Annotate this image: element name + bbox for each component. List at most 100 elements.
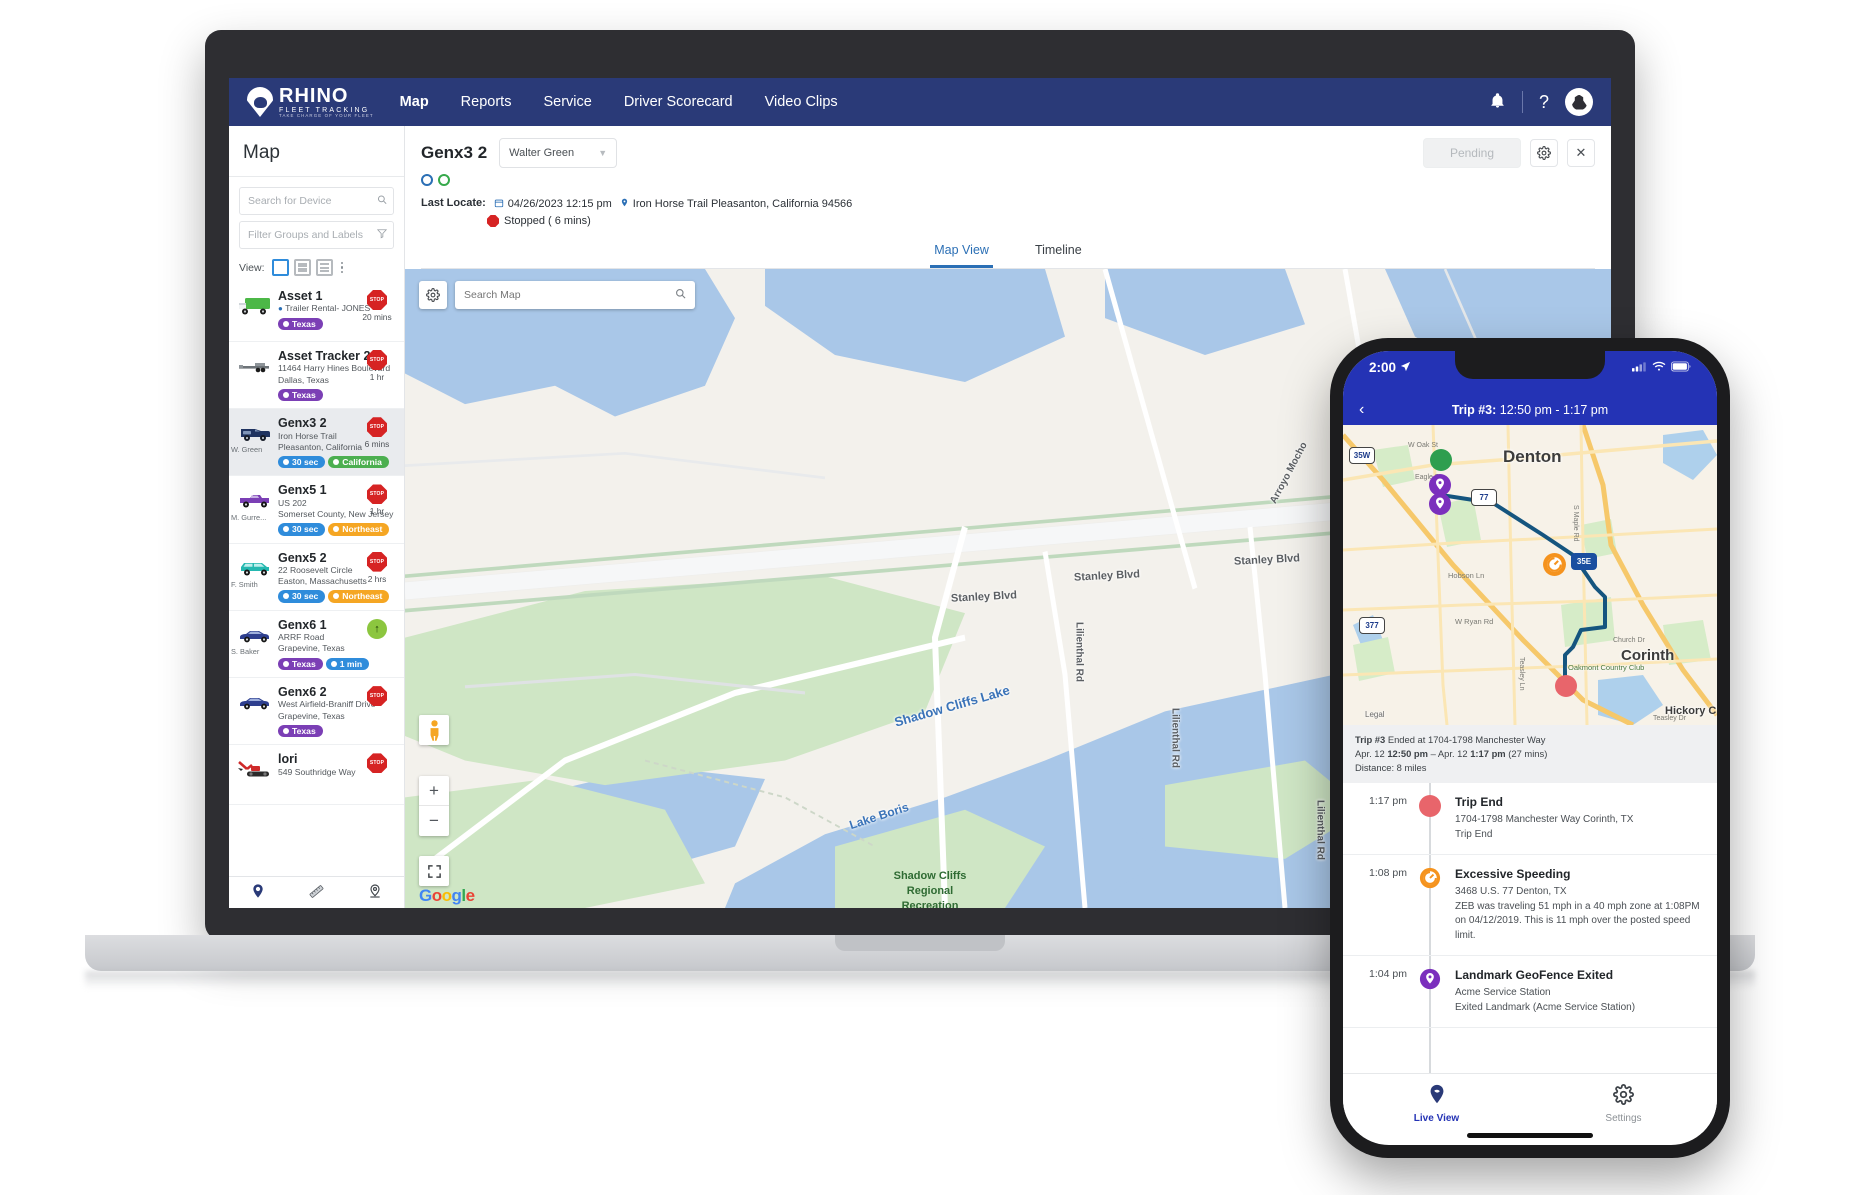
nav-item-service[interactable]: Service	[543, 94, 591, 110]
device-tag[interactable]: Northeast	[328, 523, 389, 536]
last-locate-label: Last Locate:	[421, 197, 486, 211]
tab-settings[interactable]: Settings	[1530, 1074, 1717, 1133]
speeding-icon	[1417, 867, 1443, 943]
park-label-line: Recreation	[875, 899, 985, 908]
device-tag[interactable]: Texas	[278, 725, 323, 738]
device-list[interactable]: Asset 1 ● Trailer Rental- JONES Texas ST…	[229, 282, 404, 876]
event-time: 1:04 pm	[1343, 968, 1417, 1015]
fullscreen-button[interactable]	[419, 856, 449, 886]
help-icon[interactable]: ?	[1539, 93, 1549, 111]
device-tag[interactable]: 30 sec	[278, 523, 325, 536]
device-driver: W. Green	[231, 445, 262, 454]
phone-event-item[interactable]: 1:08 pm Excessive Speeding 3468 U.S. 77 …	[1343, 855, 1717, 956]
geofence-marker-2[interactable]	[1428, 492, 1452, 521]
settings-gear-button[interactable]	[1530, 139, 1558, 167]
search-device-input[interactable]	[239, 187, 394, 215]
back-chevron-icon[interactable]: ‹	[1359, 401, 1364, 419]
tab-map-view[interactable]: Map View	[930, 237, 993, 268]
status-dot-green	[438, 174, 450, 186]
device-list-item[interactable]: Genx5 2 22 Roosevelt Circle Easton, Mass…	[229, 544, 404, 611]
device-status: STOP 1 hr	[357, 350, 397, 382]
laptop-base-notch	[835, 935, 1005, 951]
device-tag[interactable]: 1 min	[326, 658, 369, 671]
phone-notch	[1455, 351, 1605, 379]
phone-trip-summary-line1: Trip #3 Ended at 1704-1798 Manchester Wa…	[1355, 733, 1705, 747]
nav-item-map[interactable]: Map	[400, 94, 429, 110]
phone-event-item[interactable]: 1:17 pm Trip End 1704-1798 Manchester Wa…	[1343, 783, 1717, 855]
chevron-down-icon: ▼	[598, 148, 607, 158]
view-mode-list-button[interactable]	[316, 259, 333, 276]
device-list-item[interactable]: Genx3 2 Iron Horse Trail Pleasanton, Cal…	[229, 409, 404, 476]
device-list-item[interactable]: Genx6 2 West Airfield-Braniff Drive Grap…	[229, 678, 404, 745]
tab-live-view[interactable]: Live View	[1343, 1074, 1530, 1133]
phone-event-timeline[interactable]: 1:17 pm Trip End 1704-1798 Manchester Wa…	[1343, 783, 1717, 1073]
tab-timeline[interactable]: Timeline	[1031, 237, 1086, 268]
device-tag[interactable]: 30 sec	[278, 590, 325, 603]
device-tag[interactable]: Texas	[278, 318, 323, 331]
speeding-marker[interactable]	[1542, 552, 1567, 582]
phone-nav-bar: ‹ Trip #3: 12:50 pm - 1:17 pm	[1343, 395, 1717, 425]
view-mode-grid-button[interactable]	[272, 259, 289, 276]
zoom-in-button[interactable]: +	[419, 776, 449, 806]
phone-home-indicator	[1467, 1133, 1593, 1138]
trip-end-marker[interactable]	[1555, 675, 1577, 697]
notification-bell-icon[interactable]	[1489, 92, 1506, 112]
search-device-field	[239, 187, 394, 215]
close-panel-button[interactable]: ✕	[1567, 139, 1595, 167]
view-more-options-icon[interactable]	[341, 262, 344, 274]
ruler-icon[interactable]	[308, 883, 325, 903]
device-list-item[interactable]: Asset Tracker 2 11464 Harry Hines Boulev…	[229, 342, 404, 409]
pending-button[interactable]: Pending	[1423, 138, 1521, 168]
device-tag[interactable]: California	[328, 456, 389, 469]
device-list-item[interactable]: Genx6 1 ARRF Road Grapevine, Texas Texas…	[229, 611, 404, 678]
map-top-controls	[419, 281, 695, 309]
device-tag[interactable]: Texas	[278, 658, 323, 671]
device-tag[interactable]: Texas	[278, 389, 323, 402]
summary-dash: – Apr. 12	[1428, 748, 1470, 759]
vehicle-icon	[237, 349, 273, 401]
trip-start-marker[interactable]	[1430, 449, 1452, 471]
phone-tab-bar: Live View Settings	[1343, 1073, 1717, 1133]
phone-map[interactable]: DentonCorinthHickory CreekOakmont Countr…	[1343, 425, 1717, 725]
rhino-logo-text: RHINO FLEET TRACKING TAKE CHARGE OF YOUR…	[279, 86, 374, 118]
view-mode-split-button[interactable]	[294, 259, 311, 276]
stop-sign-icon: STOP	[367, 753, 387, 773]
nav-item-driver-scorecard[interactable]: Driver Scorecard	[624, 94, 733, 110]
phone-status-bar: 2:00	[1343, 351, 1717, 395]
phone-event-item[interactable]: 1:04 pm Landmark GeoFence Exited Acme Se…	[1343, 956, 1717, 1028]
user-avatar[interactable]	[1565, 88, 1593, 116]
last-locate-address: Iron Horse Trail Pleasanton, California …	[633, 198, 853, 210]
street-view-pegman-icon[interactable]	[419, 715, 449, 745]
summary-duration: (27 mins)	[1506, 748, 1548, 759]
filter-groups-input[interactable]	[239, 221, 394, 249]
map-search-field[interactable]	[455, 281, 695, 309]
nav-item-video-clips[interactable]: Video Clips	[765, 94, 838, 110]
device-tags: Texas1 min	[278, 658, 396, 671]
device-list-item[interactable]: Genx5 1 US 202 Somerset County, New Jers…	[229, 476, 404, 543]
map-search-input[interactable]	[464, 289, 675, 301]
device-tag[interactable]: 30 sec	[278, 456, 325, 469]
vehicle-icon	[237, 685, 273, 737]
screenshot-root: RHINO FLEET TRACKING TAKE CHARGE OF YOUR…	[0, 0, 1875, 1195]
device-tag[interactable]: Northeast	[328, 590, 389, 603]
phone-map-place-label: Oakmont Country Club	[1568, 663, 1644, 672]
summary-range-prefix: Apr. 12	[1355, 748, 1387, 759]
nav-right-group: ?	[1489, 88, 1593, 116]
event-detail-line: Exited Landmark (Acme Service Station)	[1455, 1001, 1705, 1016]
zoom-out-button[interactable]: −	[419, 806, 449, 836]
device-list-item[interactable]: lori 549 Southridge Way STOP	[229, 745, 404, 805]
rhino-logo[interactable]: RHINO FLEET TRACKING TAKE CHARGE OF YOUR…	[247, 86, 374, 118]
map-pin-icon[interactable]	[250, 883, 266, 902]
location-pin-icon	[620, 197, 629, 211]
device-stop-duration: 20 mins	[357, 312, 397, 322]
device-address-line2: Grapevine, Texas	[278, 711, 396, 722]
battery-icon	[1671, 360, 1691, 375]
device-list-item[interactable]: Asset 1 ● Trailer Rental- JONES Texas ST…	[229, 282, 404, 342]
landmark-icon[interactable]	[367, 883, 383, 902]
driver-select[interactable]: Walter Green ▼	[499, 138, 617, 168]
event-time: 1:17 pm	[1343, 795, 1417, 842]
device-status: STOP	[357, 686, 397, 706]
map-settings-icon[interactable]	[419, 281, 447, 309]
device-stop-duration: 1 hr	[357, 372, 397, 382]
nav-item-reports[interactable]: Reports	[461, 94, 512, 110]
